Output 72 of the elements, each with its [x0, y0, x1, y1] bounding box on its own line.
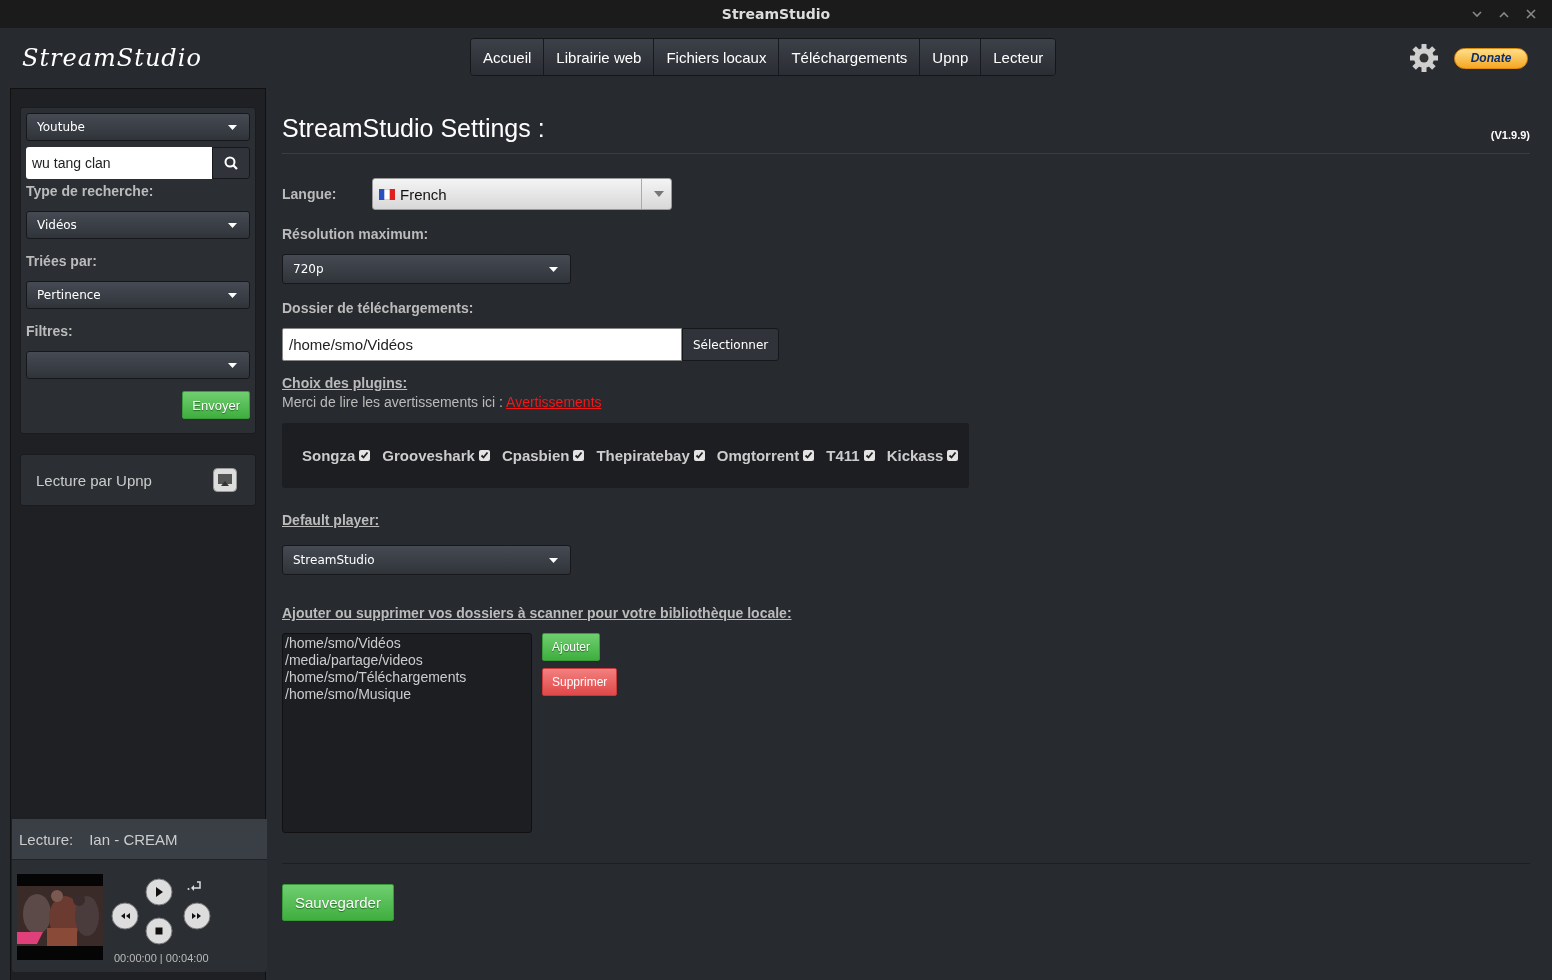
- plugin-label: Omgtorrent: [716, 447, 800, 464]
- folder-list[interactable]: /home/smo/Vidéos /media/partage/videos /home/smo/Téléchargements /home/smo/Musique: [282, 633, 532, 833]
- search-button[interactable]: [212, 147, 250, 179]
- nav-tab[interactable]: Librairie web: [544, 39, 655, 75]
- field-label: Langue:: [282, 186, 338, 202]
- forward-button[interactable]: [183, 902, 211, 930]
- stop-button[interactable]: [145, 917, 173, 945]
- plugin-label: Songza: [302, 447, 356, 464]
- caret-icon: [228, 292, 237, 298]
- track-title: Ian - CREAM: [89, 830, 178, 848]
- nav-tab[interactable]: Lecteur: [981, 39, 1056, 75]
- search-icon: [224, 156, 238, 170]
- folder-item[interactable]: /home/smo/Téléchargements: [285, 669, 529, 686]
- section-heading: Ajouter ou supprimer vos dossiers à scanner pour votre bibliothèque locale:: [282, 605, 793, 621]
- field-label: Filtres:: [26, 323, 74, 339]
- caret-icon: [228, 222, 237, 228]
- field-label: Type de recherche:: [26, 183, 155, 199]
- close-icon[interactable]: [1526, 9, 1536, 19]
- caret-icon: [654, 191, 664, 197]
- plugin-checkbox[interactable]: [693, 450, 705, 461]
- window-title: StreamStudio: [721, 6, 831, 22]
- screen-icon[interactable]: [213, 468, 237, 492]
- notice-text: Merci de lire les avertissements ici :: [282, 394, 503, 410]
- rewind-button[interactable]: [111, 902, 139, 930]
- plugin-checkbox[interactable]: [803, 450, 815, 461]
- nav-tab[interactable]: Téléchargements: [779, 39, 921, 75]
- resolution-dropdown[interactable]: 720p: [282, 254, 571, 284]
- search-field[interactable]: wu tang clan: [26, 147, 212, 179]
- app-logo: StreamStudio: [22, 44, 202, 72]
- donate-button[interactable]: Donate: [1454, 47, 1528, 69]
- player-dropdown[interactable]: StreamStudio: [282, 545, 571, 575]
- caret-icon: [549, 266, 558, 272]
- nav-tab[interactable]: Fichiers locaux: [654, 39, 780, 75]
- plugin-checkbox[interactable]: [478, 450, 490, 461]
- version-label: (V1.9.9): [1490, 129, 1530, 141]
- playback-time: 00:00:00 | 00:04:00: [114, 952, 209, 964]
- plugin-checkbox[interactable]: [947, 450, 959, 461]
- field-label: Dossier de téléchargements:: [282, 300, 475, 316]
- plugin-label: Kickass: [886, 447, 944, 464]
- upnp-label: Lecture par Upnp: [36, 471, 152, 489]
- plugin-label: Thepiratebay: [596, 447, 690, 464]
- filter-dropdown[interactable]: Pertinence: [26, 281, 250, 309]
- now-playing-label: Lecture:: [19, 830, 74, 848]
- section-heading: Default player:: [282, 512, 381, 528]
- section-heading: Choix des plugins:: [282, 375, 409, 391]
- folder-field[interactable]: /home/smo/Vidéos: [282, 328, 682, 361]
- caret-icon: [228, 362, 237, 368]
- play-button[interactable]: [145, 878, 173, 906]
- plugin-checkbox[interactable]: [863, 450, 875, 461]
- plugin-label: Grooveshark: [382, 447, 475, 464]
- plugin-label: Cpasbien: [501, 447, 570, 464]
- field-label: Résolution maximum:: [282, 226, 430, 242]
- nav-tab[interactable]: Upnp: [920, 39, 982, 75]
- minimize-icon[interactable]: [1472, 10, 1482, 18]
- folder-item[interactable]: /home/smo/Musique: [285, 686, 529, 703]
- field-label: Triées par:: [26, 253, 98, 269]
- source-dropdown[interactable]: Youtube: [26, 113, 250, 141]
- flag-icon: [379, 188, 395, 200]
- caret-icon: [228, 124, 237, 130]
- plugin-checkbox[interactable]: [573, 450, 585, 461]
- page-title: StreamStudio Settings :: [282, 114, 545, 143]
- folder-item[interactable]: /media/partage/videos: [285, 652, 529, 669]
- language-dropdown[interactable]: French: [372, 178, 672, 210]
- folder-item[interactable]: /home/smo/Vidéos: [285, 635, 529, 652]
- maximize-icon[interactable]: [1499, 10, 1509, 18]
- select-button[interactable]: Sélectionner: [682, 328, 780, 361]
- filter-dropdown[interactable]: Vidéos: [26, 211, 250, 239]
- nav-tab[interactable]: Accueil: [471, 39, 545, 75]
- plugin-label: T411: [826, 447, 860, 464]
- plugin-checkbox[interactable]: [359, 450, 371, 461]
- settings-icon[interactable]: [1410, 44, 1438, 72]
- caret-icon: [549, 557, 558, 563]
